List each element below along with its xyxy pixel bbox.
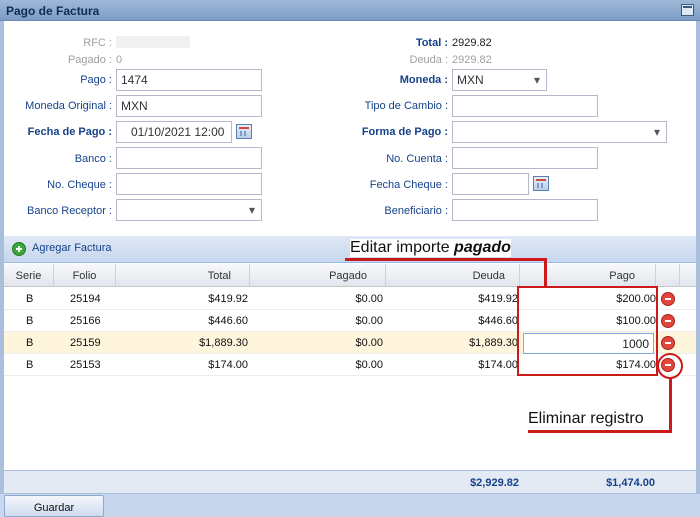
grid-summary-row: $2,929.82 $1,474.00	[4, 470, 696, 494]
cell-pagado: $0.00	[355, 337, 383, 349]
fecha-pago-input[interactable]	[116, 121, 232, 143]
no-cuenta-label: No. Cuenta :	[386, 153, 448, 165]
banco-label: Banco :	[74, 153, 112, 165]
deuda-label: Deuda :	[409, 54, 448, 66]
deuda-value: 2929.82	[452, 54, 492, 66]
annotation-circle-delete	[657, 353, 683, 379]
window-title: Pago de Factura	[6, 4, 100, 18]
column-header-serie[interactable]: Serie	[4, 264, 54, 287]
cell-deuda: $419.92	[478, 293, 518, 305]
delete-icon[interactable]	[661, 336, 675, 350]
fecha-cheque-label: Fecha Cheque :	[369, 179, 448, 191]
moneda-original-input[interactable]	[116, 95, 262, 117]
window-titlebar: Pago de Factura	[0, 0, 700, 21]
total-value: 2929.82	[452, 37, 492, 49]
cell-total: $174.00	[208, 359, 248, 371]
column-header-total[interactable]: Total	[116, 264, 250, 287]
cell-serie: B	[26, 315, 34, 327]
cell-total: $1,889.30	[199, 337, 248, 349]
beneficiario-label: Beneficiario :	[384, 205, 448, 217]
fecha-cheque-input[interactable]	[452, 173, 529, 195]
forma-pago-select[interactable]	[452, 121, 667, 143]
calendar-icon[interactable]	[533, 176, 549, 191]
banco-input[interactable]	[116, 147, 262, 169]
no-cheque-input[interactable]	[116, 173, 262, 195]
cell-folio: 25194	[70, 293, 101, 305]
cell-folio: 25166	[70, 315, 101, 327]
pagado-value: 0	[116, 54, 123, 66]
annotation-eliminar-registro: Eliminar registro	[528, 410, 644, 428]
pago-input[interactable]	[116, 69, 262, 91]
annotation-box-pago	[517, 286, 658, 376]
grid-header: Serie Folio Total Pagado Deuda Pago	[4, 264, 696, 287]
total-label: Total :	[415, 37, 448, 49]
rfc-label: RFC :	[83, 37, 112, 49]
banco-receptor-label: Banco Receptor :	[27, 205, 112, 217]
fecha-pago-label: Fecha de Pago :	[27, 126, 112, 138]
cell-folio: 25159	[70, 337, 101, 349]
delete-icon[interactable]	[661, 314, 675, 328]
moneda-original-label: Moneda Original :	[25, 100, 112, 112]
agregar-factura-button[interactable]: Agregar Factura	[32, 242, 111, 254]
tipo-cambio-input[interactable]	[452, 95, 598, 117]
cell-pagado: $0.00	[355, 359, 383, 371]
tipo-cambio-label: Tipo de Cambio :	[364, 100, 448, 112]
guardar-button[interactable]: Guardar	[4, 495, 104, 517]
no-cheque-label: No. Cheque :	[47, 179, 112, 191]
pagado-label: Pagado :	[67, 54, 112, 66]
moneda-label: Moneda :	[399, 74, 448, 86]
bottom-toolbar	[0, 494, 700, 517]
cell-deuda: $174.00	[478, 359, 518, 371]
forma-pago-label: Forma de Pago :	[361, 126, 448, 138]
maximize-icon[interactable]	[681, 4, 694, 16]
window-frame-right	[696, 21, 700, 517]
sum-deuda: $2,929.82	[470, 477, 519, 489]
annotation-line	[528, 430, 672, 433]
column-header-actions	[656, 264, 680, 287]
rfc-value	[116, 36, 190, 48]
cell-pagado: $0.00	[355, 315, 383, 327]
cell-serie: B	[26, 359, 34, 371]
add-icon[interactable]	[12, 242, 26, 256]
pago-label: Pago :	[80, 74, 112, 86]
sum-pago: $1,474.00	[606, 477, 655, 489]
moneda-select-value: MXN	[457, 73, 484, 87]
annotation-line	[669, 378, 672, 433]
delete-icon[interactable]	[661, 292, 675, 306]
annotation-pagado-text: pagado	[454, 239, 511, 256]
column-header-pagado[interactable]: Pagado	[250, 264, 386, 287]
banco-receptor-select[interactable]	[116, 199, 262, 221]
cell-serie: B	[26, 293, 34, 305]
moneda-select[interactable]: MXN	[452, 69, 547, 91]
calendar-icon[interactable]	[236, 124, 252, 139]
cell-pagado: $0.00	[355, 293, 383, 305]
beneficiario-input[interactable]	[452, 199, 598, 221]
annotation-line	[544, 259, 547, 288]
annotation-editar-text: Editar importe	[350, 239, 455, 256]
column-header-deuda[interactable]: Deuda	[386, 264, 520, 287]
column-header-folio[interactable]: Folio	[54, 264, 116, 287]
annotation-editar-importe: Editar importe pagado	[350, 239, 511, 257]
cell-total: $419.92	[208, 293, 248, 305]
cell-total: $446.60	[208, 315, 248, 327]
cell-serie: B	[26, 337, 34, 349]
cell-deuda: $446.60	[478, 315, 518, 327]
annotation-line	[345, 258, 547, 261]
no-cuenta-input[interactable]	[452, 147, 598, 169]
cell-deuda: $1,889.30	[469, 337, 518, 349]
column-header-pago[interactable]: Pago	[520, 264, 656, 287]
cell-folio: 25153	[70, 359, 101, 371]
